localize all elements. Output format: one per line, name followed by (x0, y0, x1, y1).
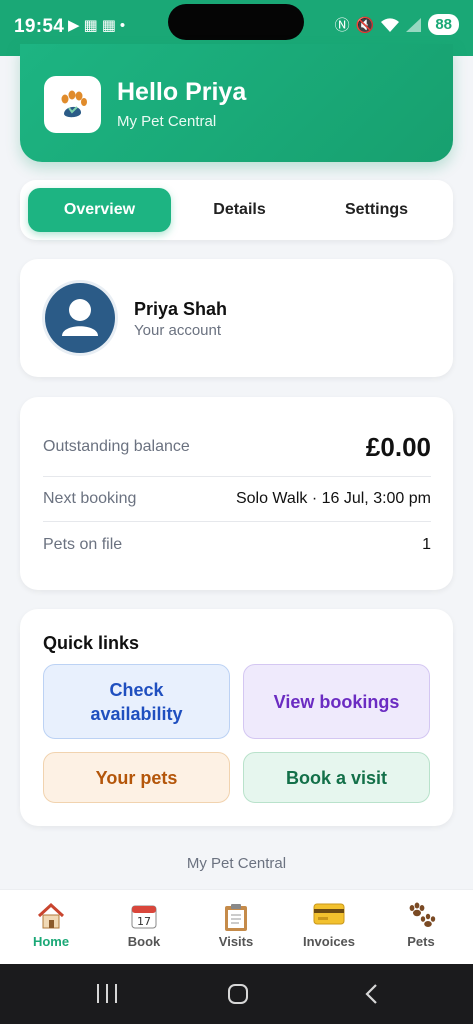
dot-icon: • (119, 17, 126, 34)
pets-row: Pets on file 1 (43, 533, 431, 557)
nav-pets[interactable]: Pets (381, 902, 461, 949)
tab-settings[interactable]: Settings (305, 188, 448, 232)
balance-label: Outstanding balance (43, 438, 190, 455)
calendar-notification-icon: ▦ (101, 17, 116, 34)
quick-links-card: Quick links Check availability View book… (20, 609, 453, 826)
calendar-notification-icon: ▦ (83, 17, 98, 34)
nfc-icon: Ⓝ (334, 17, 350, 34)
nav-label: Pets (407, 934, 435, 949)
book-visit-button[interactable]: Book a visit (243, 752, 430, 803)
pets-count: 1 (422, 536, 431, 553)
clipboard-icon (196, 902, 276, 932)
user-icon (62, 299, 98, 336)
next-booking-label: Next booking (43, 490, 137, 507)
battery-indicator: 88 (428, 14, 459, 35)
recent-apps-button[interactable] (97, 984, 117, 1003)
divider (43, 521, 431, 522)
notification-icons: ▶ ▦ ▦ • (68, 16, 125, 36)
back-icon[interactable] (364, 983, 378, 1005)
status-time: 19:54 (14, 16, 65, 37)
app-logo (44, 76, 101, 133)
check-availability-button[interactable]: Check availability (43, 664, 230, 739)
nav-invoices[interactable]: Invoices (289, 902, 369, 949)
balance-row: Outstanding balance £0.00 (43, 427, 431, 467)
home-button[interactable] (228, 984, 248, 1004)
play-icon: ▶ (68, 17, 80, 34)
calendar-icon: 17 (104, 902, 184, 932)
svg-text:17: 17 (137, 915, 151, 928)
account-name: Priya Shah (134, 299, 228, 319)
avatar (45, 283, 115, 353)
nav-visits[interactable]: Visits (196, 902, 276, 949)
tab-overview[interactable]: Overview (28, 188, 171, 232)
divider (43, 476, 431, 477)
paw-prints-icon (381, 902, 461, 932)
view-bookings-button[interactable]: View bookings (243, 664, 430, 739)
system-nav-bar (0, 964, 473, 1024)
nav-label: Invoices (302, 934, 356, 949)
nav-label: Book (127, 934, 161, 949)
mute-icon: 🔇 (355, 16, 375, 34)
system-status-icons: Ⓝ 🔇 88 (335, 14, 459, 35)
header-card: Hello Priya My Pet Central (20, 44, 453, 162)
account-card[interactable]: Priya Shah Your account (20, 259, 453, 377)
wifi-icon (381, 17, 400, 32)
app-name: My Pet Central (117, 113, 217, 130)
paw-logo-icon (61, 90, 87, 117)
account-subtitle: Your account (134, 322, 222, 339)
next-booking-value: Solo Walk · 16 Jul, 3:00 pm (235, 490, 431, 507)
nav-home[interactable]: Home (11, 902, 91, 949)
nav-label: Visits (218, 934, 254, 949)
nav-book[interactable]: 17 Book (104, 902, 184, 949)
pets-label: Pets on file (43, 536, 123, 553)
balance-value: £0.00 (365, 431, 431, 462)
bottom-nav: Home 17 Book Visits Invoices Pets (0, 889, 473, 964)
quick-links-title: Quick links (43, 633, 140, 653)
tab-bar: Overview Details Settings (20, 180, 453, 240)
signal-icon (406, 17, 422, 32)
footer-text: My Pet Central (186, 855, 287, 872)
your-pets-button[interactable]: Your pets (43, 752, 230, 803)
tab-details[interactable]: Details (168, 188, 311, 232)
credit-card-icon (289, 902, 369, 932)
house-icon (11, 902, 91, 932)
nav-label: Home (32, 934, 70, 949)
camera-cutout (168, 4, 304, 40)
next-booking-row: Next booking Solo Walk · 16 Jul, 3:00 pm (43, 487, 431, 511)
greeting-title: Hello Priya (117, 78, 247, 106)
account-summary-card: Outstanding balance £0.00 Next booking S… (20, 397, 453, 590)
